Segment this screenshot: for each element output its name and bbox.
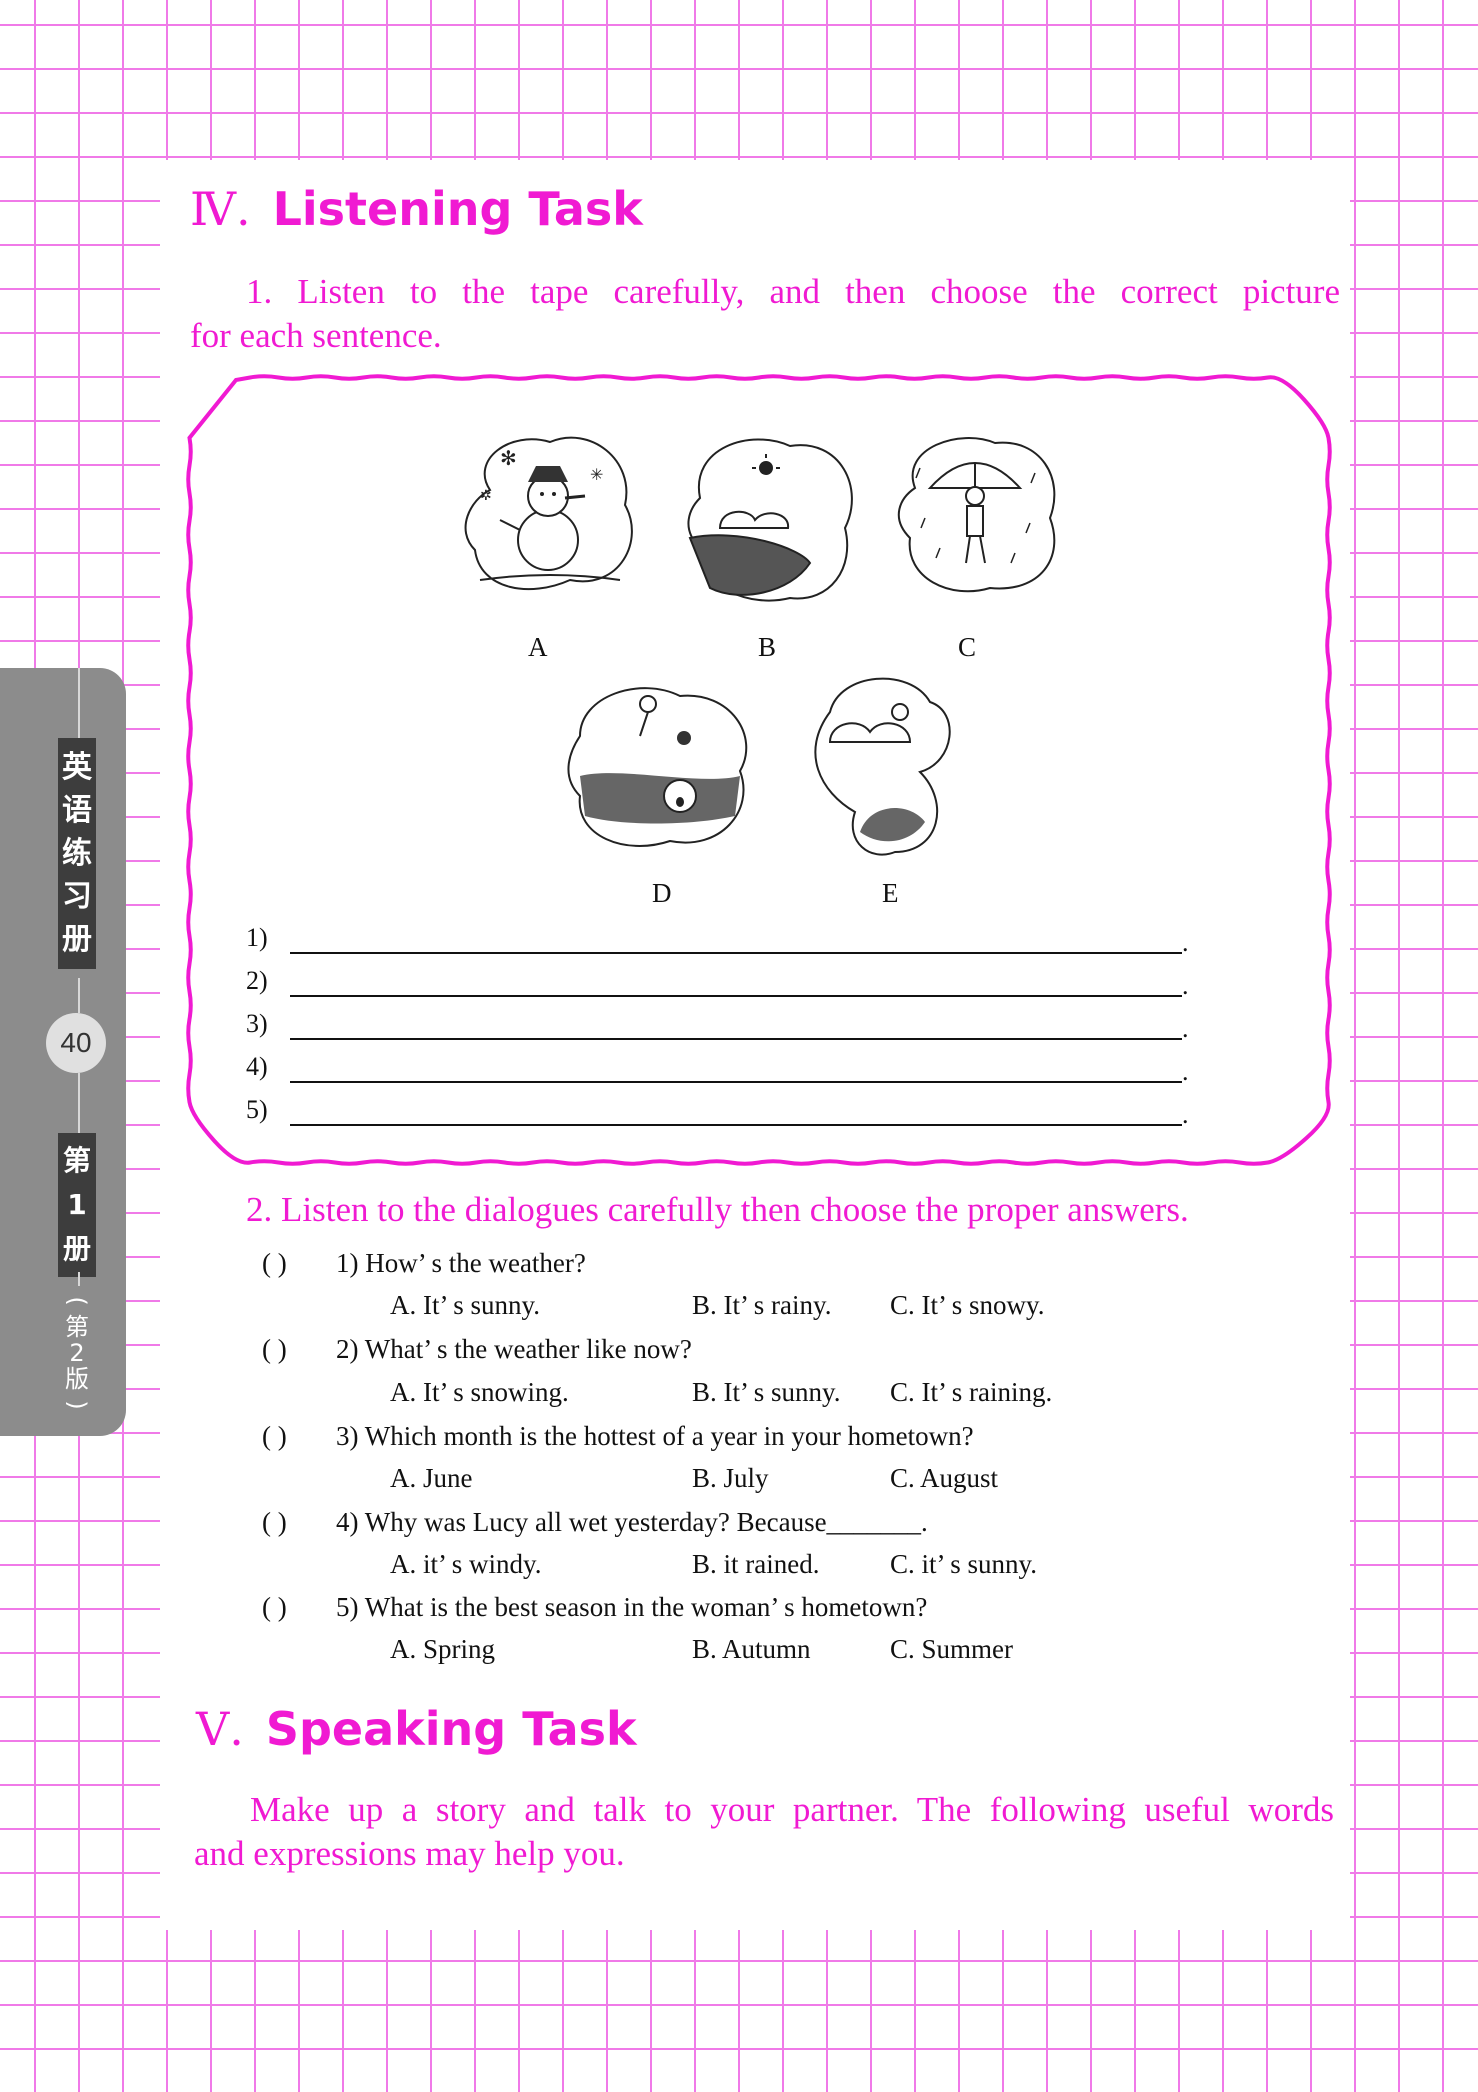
picture-c-rainy-umbrella (897, 437, 1056, 593)
side-divider (78, 1073, 80, 1133)
side-tab: 英 语 练 习 册 40 第 1 册 ( 第 2 版 ) (0, 668, 126, 1436)
side-divider (78, 668, 80, 738)
volume-char: 册 (62, 1232, 91, 1265)
question-stem: 4) Why was Lucy all wet yesterday? Becau… (336, 1507, 928, 1537)
picture-label-a: A (528, 632, 548, 662)
option-c[interactable]: C. It’ s snowy. (890, 1290, 1045, 1321)
edition-label: ( 第 2 版 ) (60, 1288, 94, 1418)
book-title-char: 英 (62, 750, 92, 785)
volume-char: 第 (62, 1144, 91, 1177)
answer-blank-3[interactable] (290, 1038, 1182, 1040)
speaking-line: and expressions may help you. (194, 1834, 625, 1873)
option-a[interactable]: A. It’ s sunny. (390, 1290, 540, 1321)
picture-label-e: E (882, 878, 899, 908)
svg-text:✳: ✳ (590, 467, 603, 484)
book-title-char: 语 (62, 793, 92, 828)
option-b[interactable]: B. It’ s sunny. (692, 1377, 841, 1408)
answer-bracket[interactable]: ( ) (262, 1248, 287, 1279)
section-heading-listening: Ⅳ. Listening Task (190, 182, 643, 236)
answer-label: 4) (246, 1052, 268, 1081)
svg-text:✻: ✻ (500, 448, 517, 470)
option-c[interactable]: C. August (890, 1463, 998, 1494)
option-c[interactable]: C. It’ s raining. (890, 1377, 1052, 1408)
book-title-char: 习 (62, 879, 92, 914)
side-divider (78, 978, 80, 1013)
option-c[interactable]: C. Summer (890, 1634, 1013, 1665)
option-a[interactable]: A. It’ s snowing. (390, 1377, 569, 1408)
answer-blank-5[interactable] (290, 1124, 1182, 1126)
question-stem: 3) Which month is the hottest of a year … (336, 1421, 974, 1451)
option-a[interactable]: A. it’ s windy. (390, 1549, 542, 1580)
book-title-char: 练 (62, 836, 92, 871)
section-title: Speaking Task (265, 1702, 637, 1756)
section-title: Listening Task (272, 182, 643, 236)
answer-bracket[interactable]: ( ) (262, 1334, 287, 1365)
option-b[interactable]: B. it rained. (692, 1549, 819, 1580)
picture-e-cloudy-hill (814, 677, 951, 856)
answer-period: . (1182, 971, 1189, 1000)
picture-b-sunny-field (687, 438, 853, 602)
answer-period: . (1182, 1057, 1189, 1086)
edition-char: ) (63, 1400, 91, 1410)
edition-char: ( (63, 1296, 91, 1306)
picture-d-swimming (567, 687, 748, 847)
option-c[interactable]: C. it’ s sunny. (890, 1549, 1037, 1580)
answer-blank-1[interactable] (290, 952, 1182, 954)
book-title-char: 册 (62, 922, 92, 957)
picture-label-b: B (758, 632, 777, 662)
page-number: 40 (46, 1013, 106, 1073)
answer-label: 1) (246, 923, 268, 952)
answer-period: . (1182, 1100, 1189, 1129)
answer-label: 2) (246, 966, 268, 995)
question-stem: 1) How’ s the weather? (336, 1248, 586, 1278)
svg-text:✲: ✲ (480, 489, 492, 504)
answer-bracket[interactable]: ( ) (262, 1507, 287, 1538)
answer-blank-2[interactable] (290, 995, 1182, 997)
option-a[interactable]: A. June (390, 1463, 473, 1494)
answer-bracket[interactable]: ( ) (262, 1421, 287, 1452)
question-stem: 2) What’ s the weather like now? (336, 1334, 692, 1364)
speaking-line: Make up a story and talk to your partner… (250, 1790, 1334, 1829)
task1-line: for each sentence. (190, 316, 442, 355)
answer-period: . (1182, 928, 1189, 957)
task1-line: 1. Listen to the tape carefully, and the… (246, 272, 1340, 311)
answer-period: . (1182, 1014, 1189, 1043)
task2-instructions: 2. Listen to the dialogues carefully the… (246, 1190, 1189, 1229)
volume-char: 1 (67, 1188, 87, 1221)
edition-char: 2 (69, 1339, 85, 1367)
picture-label-d: D (652, 878, 672, 908)
answer-bracket[interactable]: ( ) (262, 1592, 287, 1623)
task1-instructions: 1. Listen to the tape carefully, and the… (190, 270, 1340, 358)
picture-label-c: C (958, 632, 977, 662)
picture-a-snowman: ✻ ✳ ✲ (464, 436, 633, 591)
option-a[interactable]: A. Spring (390, 1634, 495, 1665)
volume-label: 第 1 册 (58, 1133, 96, 1277)
answer-label: 5) (246, 1095, 268, 1124)
section-numeral: Ⅴ. (196, 1702, 244, 1756)
section-numeral: Ⅳ. (190, 182, 251, 236)
option-b[interactable]: B. July (692, 1463, 769, 1494)
section-heading-speaking: Ⅴ. Speaking Task (196, 1702, 637, 1756)
answer-blank-4[interactable] (290, 1081, 1182, 1083)
question-stem: 5) What is the best season in the woman’… (336, 1592, 928, 1622)
speaking-instructions: Make up a story and talk to your partner… (194, 1788, 1334, 1876)
answer-label: 3) (246, 1009, 268, 1038)
option-b[interactable]: B. Autumn (692, 1634, 811, 1665)
option-b[interactable]: B. It’ s rainy. (692, 1290, 831, 1321)
book-title: 英 语 练 习 册 (58, 738, 96, 969)
